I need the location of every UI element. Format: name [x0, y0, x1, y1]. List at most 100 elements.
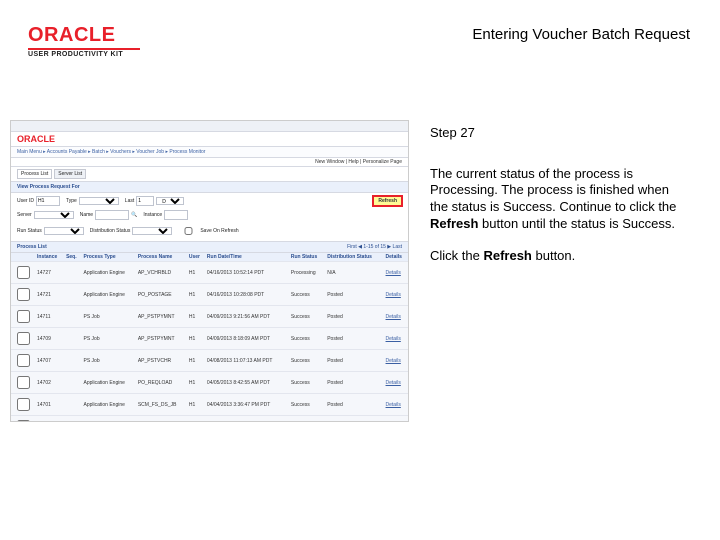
tab-server-list[interactable]: Server List: [54, 169, 86, 179]
row-select-checkbox[interactable]: [17, 420, 30, 422]
cell-instance: 14700: [35, 416, 64, 423]
cell-runstatus: Success: [289, 416, 325, 423]
cell-diststatus: Posted: [325, 306, 383, 328]
cell-diststatus: Posted: [325, 328, 383, 350]
col-6: Run Date/Time: [205, 253, 289, 262]
grid-nav[interactable]: First ◀ 1-15 of 15 ▶ Last: [347, 244, 402, 250]
col-1: Instance: [35, 253, 64, 262]
details-link[interactable]: Details: [386, 336, 401, 342]
details-link[interactable]: Details: [386, 292, 401, 298]
cell-runstatus: Success: [289, 394, 325, 416]
row-select-checkbox[interactable]: [17, 266, 30, 279]
details-link[interactable]: Details: [386, 402, 401, 408]
type-select[interactable]: [79, 197, 119, 205]
details-link[interactable]: Details: [386, 358, 401, 364]
details-link[interactable]: Details: [386, 380, 401, 386]
last-unit-select[interactable]: Days: [156, 197, 184, 205]
cell-datetime: 04/09/2013 8:18:09 AM PDT: [205, 328, 289, 350]
cell-seq: [64, 306, 81, 328]
cell-ptype: PS Job: [81, 328, 135, 350]
row-select-checkbox[interactable]: [17, 288, 30, 301]
cell-runstatus: Success: [289, 328, 325, 350]
cell-instance: 14702: [35, 372, 64, 394]
row-select-checkbox[interactable]: [17, 376, 30, 389]
cell-seq: [64, 372, 81, 394]
row-select-checkbox[interactable]: [17, 310, 30, 323]
cell-user: H1: [187, 372, 205, 394]
cell-runstatus: Processing: [289, 262, 325, 284]
tabs: Process List Server List: [11, 167, 408, 182]
cell-datetime: 04/04/2013 2:49:53 PM PDT: [205, 416, 289, 423]
row-select-checkbox[interactable]: [17, 398, 30, 411]
name-input[interactable]: [95, 210, 129, 220]
server-select[interactable]: [34, 211, 74, 219]
runstatus-label: Run Status: [17, 228, 42, 234]
filter-bar: User ID Type LastDays Refresh Server Nam…: [11, 193, 408, 242]
cell-runstatus: Success: [289, 372, 325, 394]
cell-diststatus: N/A: [325, 262, 383, 284]
instance-label: Instance: [143, 212, 162, 218]
table-row: 14700Application EngineSCM_FS_DM1H104/04…: [11, 416, 408, 423]
save-on-refresh-checkbox[interactable]: [182, 227, 195, 235]
last-input[interactable]: [136, 196, 154, 206]
new-window-link[interactable]: New Window: [315, 159, 344, 165]
runstatus-select[interactable]: [44, 227, 84, 235]
step-number: Step 27: [430, 125, 685, 142]
name-label: Name: [80, 212, 93, 218]
user-label: User ID: [17, 198, 34, 204]
instruction-action: Click the Refresh button.: [430, 248, 685, 265]
cell-datetime: 04/05/2013 8:42:55 AM PDT: [205, 372, 289, 394]
row-select-checkbox[interactable]: [17, 354, 30, 367]
cell-runstatus: Success: [289, 284, 325, 306]
page-tools: New Window | Help | Personalize Page: [11, 158, 408, 167]
cell-pname: SCM_FS_DS_JB: [136, 394, 187, 416]
cell-instance: 14709: [35, 328, 64, 350]
cell-ptype: PS Job: [81, 350, 135, 372]
help-link[interactable]: Help: [348, 159, 358, 165]
cell-datetime: 04/04/2013 3:36:47 PM PDT: [205, 394, 289, 416]
col-4: Process Name: [136, 253, 187, 262]
cell-seq: [64, 262, 81, 284]
col-7: Run Status: [289, 253, 325, 262]
instruction-body: The current status of the process is Pro…: [430, 166, 685, 233]
details-link[interactable]: Details: [386, 270, 401, 276]
tab-process-list[interactable]: Process List: [17, 169, 52, 179]
refresh-button[interactable]: Refresh: [373, 196, 402, 206]
instance-input[interactable]: [164, 210, 188, 220]
cell-pname: AP_VCHRBLD: [136, 262, 187, 284]
cell-runstatus: Success: [289, 306, 325, 328]
grid-title: Process List: [17, 244, 47, 250]
cell-pname: PO_POSTAGE: [136, 284, 187, 306]
col-0: [11, 253, 35, 262]
cell-ptype: Application Engine: [81, 262, 135, 284]
details-link[interactable]: Details: [386, 314, 401, 320]
cell-user: H1: [187, 328, 205, 350]
cell-datetime: 04/16/2013 10:52:14 PDT: [205, 262, 289, 284]
diststatus-label: Distribution Status: [90, 228, 131, 234]
cell-seq: [64, 394, 81, 416]
cell-pname: PO_REQLOAD: [136, 372, 187, 394]
table-row: 14701Application EngineSCM_FS_DS_JBH104/…: [11, 394, 408, 416]
cell-pname: AP_PSTVCHR: [136, 350, 187, 372]
cell-seq: [64, 350, 81, 372]
table-header-row: InstanceSeq.Process TypeProcess NameUser…: [11, 253, 408, 262]
cell-datetime: 04/09/2013 9:21:56 AM PDT: [205, 306, 289, 328]
user-input[interactable]: [36, 196, 60, 206]
row-select-checkbox[interactable]: [17, 332, 30, 345]
col-8: Distribution Status: [325, 253, 383, 262]
col-5: User: [187, 253, 205, 262]
cell-instance: 14711: [35, 306, 64, 328]
personalize-link[interactable]: Personalize Page: [363, 159, 402, 165]
server-label: Server: [17, 212, 32, 218]
cell-user: H1: [187, 416, 205, 423]
cell-instance: 14701: [35, 394, 64, 416]
table-row: 14702 Application EnginePO_REQLOADH104/05…: [11, 372, 408, 394]
cell-datetime: 04/16/2013 10:28:08 PDT: [205, 284, 289, 306]
diststatus-select[interactable]: [132, 227, 172, 235]
save-on-refresh-label: Save On Refresh: [200, 228, 238, 234]
table-row: 14721Application EnginePO_POSTAGEH104/16…: [11, 284, 408, 306]
cell-ptype: Application Engine: [81, 372, 135, 394]
grid-header: Process List First ◀ 1-15 of 15 ▶ Last: [11, 242, 408, 253]
cell-diststatus: Posted: [325, 372, 383, 394]
lookup-icon[interactable]: 🔍: [131, 212, 137, 218]
